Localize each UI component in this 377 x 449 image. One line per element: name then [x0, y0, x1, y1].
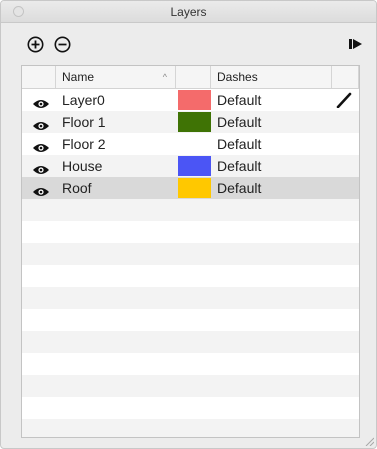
name-column-label: Name — [62, 70, 95, 84]
color-column-header[interactable] — [176, 66, 211, 88]
layer-color-swatch[interactable] — [178, 134, 211, 154]
layers-table: Name ^ Dashes Layer0 Default Floor 1 Defaul… — [21, 65, 360, 438]
empty-row — [22, 375, 359, 397]
layer-color-swatch[interactable] — [178, 156, 211, 176]
remove-layer-button[interactable] — [53, 35, 71, 53]
table-header: Name ^ Dashes — [22, 66, 359, 89]
layers-window: Layers Name ^ Dashes Layer0 Default Floo… — [0, 0, 377, 449]
layer-name[interactable]: Layer0 — [62, 89, 105, 111]
details-button[interactable] — [347, 35, 365, 53]
empty-row — [22, 221, 359, 243]
dashes-column-label: Dashes — [217, 70, 258, 84]
active-column-header[interactable] — [332, 66, 359, 88]
layer-name[interactable]: Roof — [62, 177, 92, 199]
visibility-eye-icon[interactable] — [32, 116, 50, 130]
circle-plus-icon — [27, 36, 43, 52]
layer-name[interactable]: Floor 1 — [62, 111, 106, 133]
name-column-header[interactable]: Name ^ — [56, 66, 176, 88]
active-layer-pencil-icon — [336, 92, 352, 109]
empty-row — [22, 331, 359, 353]
visibility-eye-icon[interactable] — [32, 138, 50, 152]
layer-name[interactable]: House — [62, 155, 102, 177]
title-bar[interactable]: Layers — [1, 1, 376, 23]
layer-dashes[interactable]: Default — [217, 155, 261, 177]
layer-dashes[interactable]: Default — [217, 133, 261, 155]
table-rows: Layer0 Default Floor 1 Default Floor 2 Defaul… — [22, 89, 359, 437]
layer-dashes[interactable]: Default — [217, 89, 261, 111]
empty-row — [22, 309, 359, 331]
layer-dashes[interactable]: Default — [217, 177, 261, 199]
visibility-eye-icon[interactable] — [32, 94, 50, 108]
empty-row — [22, 265, 359, 287]
resize-grip-icon[interactable] — [364, 436, 374, 446]
empty-row — [22, 419, 359, 437]
empty-row — [22, 287, 359, 309]
table-row[interactable]: House Default — [22, 155, 359, 177]
table-row[interactable]: Layer0 Default — [22, 89, 359, 111]
visibility-column-header[interactable] — [22, 66, 56, 88]
layer-dashes[interactable]: Default — [217, 111, 261, 133]
layer-color-swatch[interactable] — [178, 112, 211, 132]
toolbar — [1, 23, 376, 61]
empty-row — [22, 243, 359, 265]
layer-name[interactable]: Floor 2 — [62, 133, 106, 155]
table-row[interactable]: Floor 2 Default — [22, 133, 359, 155]
visibility-eye-icon[interactable] — [32, 160, 50, 174]
arrow-right-icon — [349, 39, 362, 49]
visibility-eye-icon[interactable] — [32, 182, 50, 196]
table-row[interactable]: Floor 1 Default — [22, 111, 359, 133]
window-title: Layers — [170, 5, 207, 19]
empty-row — [22, 397, 359, 419]
table-row[interactable]: Roof Default — [22, 177, 359, 199]
dashes-column-header[interactable]: Dashes — [211, 66, 332, 88]
layer-color-swatch[interactable] — [178, 178, 211, 198]
circle-minus-icon — [54, 36, 70, 52]
empty-row — [22, 353, 359, 375]
sort-ascending-icon: ^ — [162, 72, 167, 82]
add-layer-button[interactable] — [26, 35, 44, 53]
layer-color-swatch[interactable] — [178, 90, 211, 110]
empty-row — [22, 199, 359, 221]
